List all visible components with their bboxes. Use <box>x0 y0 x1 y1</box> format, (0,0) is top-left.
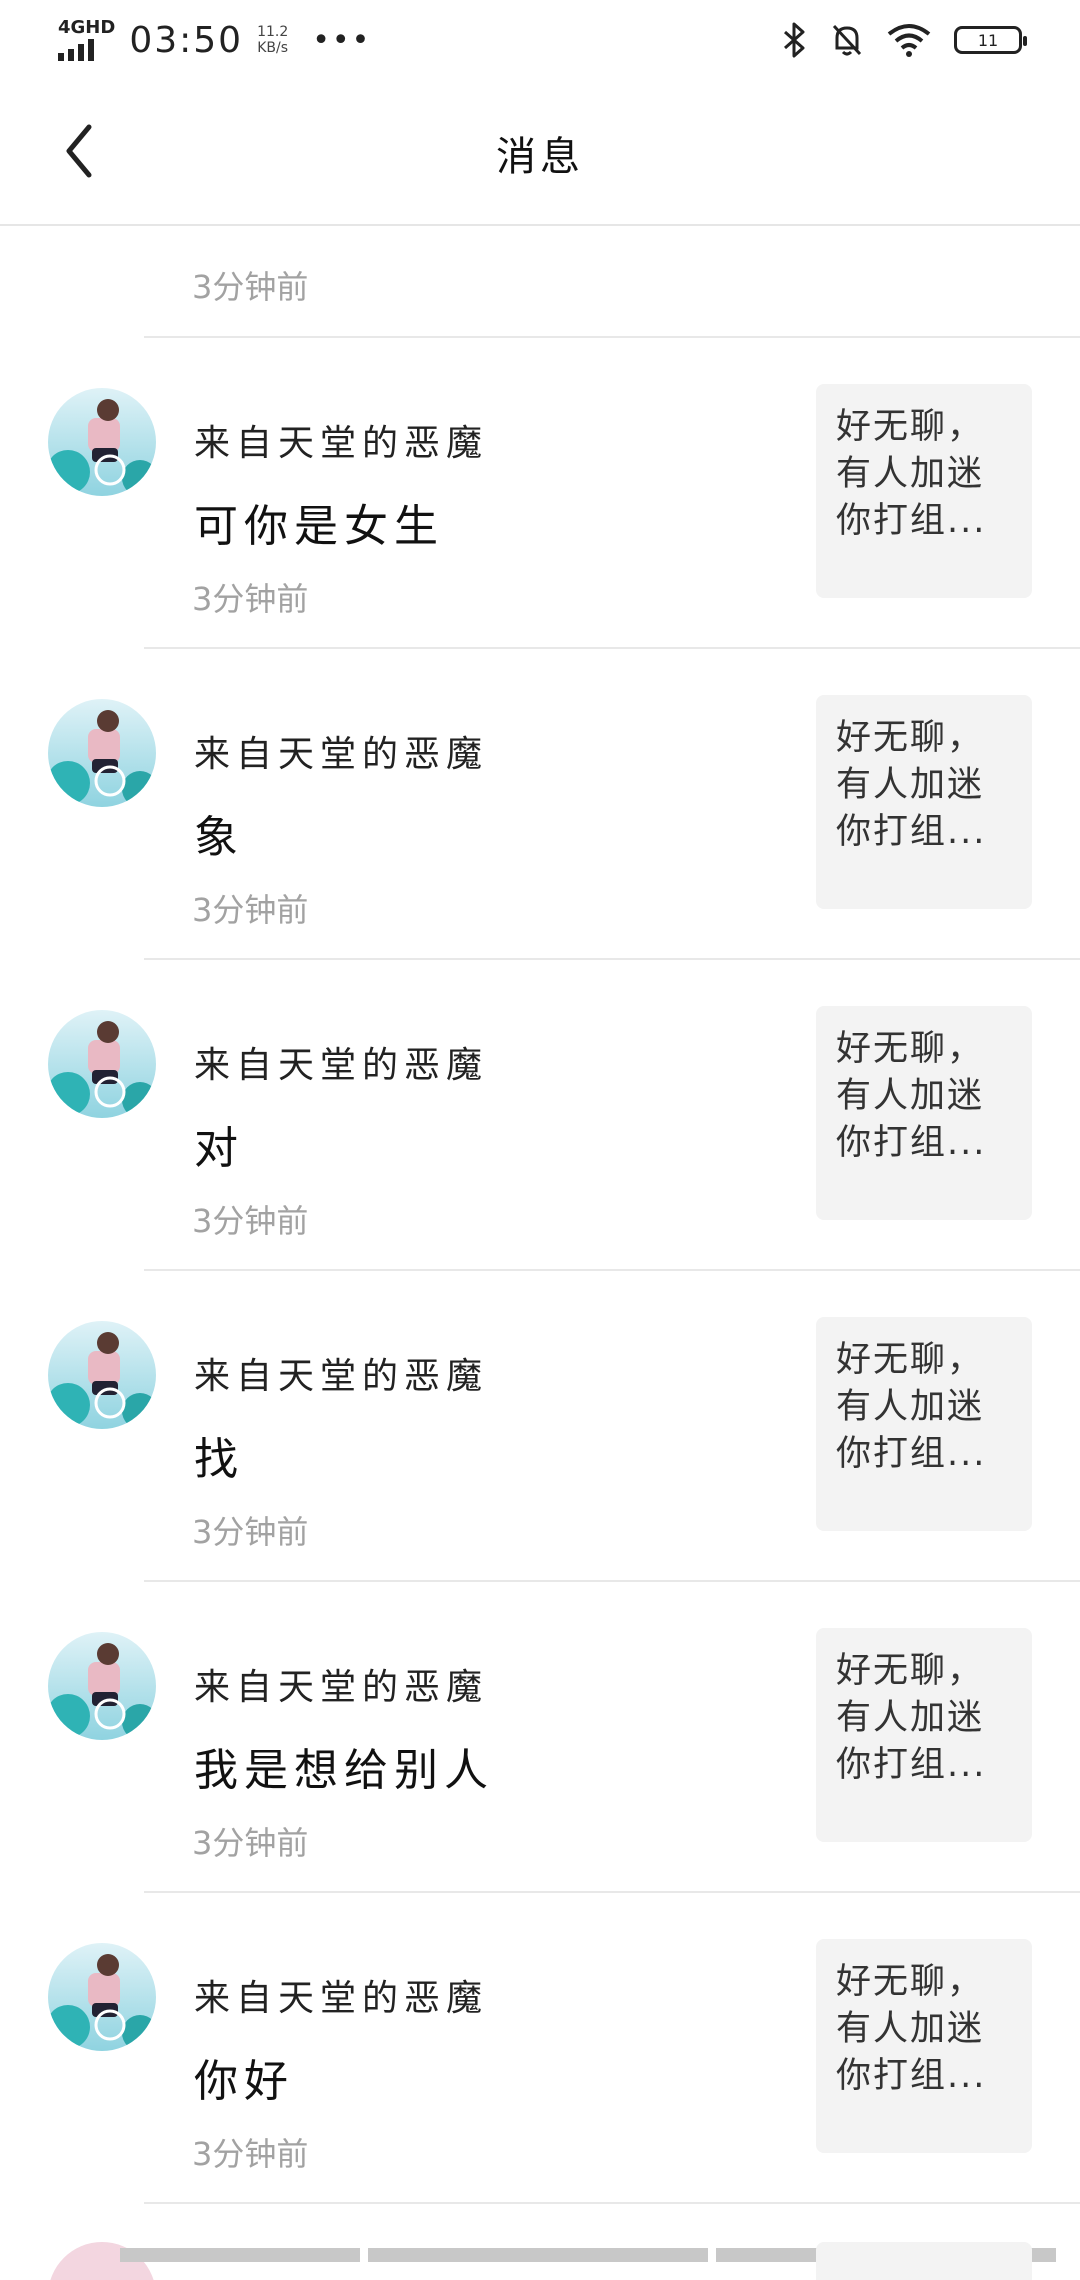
network-type: 4GHD <box>58 17 116 38</box>
list-item[interactable]: 来自天堂的恶魔 找 3分钟前 好无聊，有人加迷你打组... <box>0 1271 1080 1582</box>
sender-name: 来自天堂的恶魔 <box>194 1356 489 1397</box>
post-preview-thumbnail[interactable]: 好无聊，有人加迷你打组... <box>816 1939 1032 2153</box>
avatar[interactable] <box>48 1632 156 1740</box>
more-notifications-icon: ••• <box>312 22 372 58</box>
status-bar: 4GHD 03:50 11.2 KB/s ••• 11 <box>0 0 1080 80</box>
list-item[interactable]: 来自天堂的恶魔 你好 3分钟前 好无聊，有人加迷你打组... <box>0 1893 1080 2204</box>
list-item[interactable]: 来自天堂的恶魔 象 3分钟前 好无聊，有人加迷你打组... <box>0 649 1080 960</box>
post-preview-thumbnail[interactable]: 好无聊，有人加迷你打组... <box>816 695 1032 909</box>
status-time: 03:50 <box>129 19 244 61</box>
list-item-partial[interactable]: 3分钟前 <box>144 226 1080 338</box>
nav-bar: 消息 <box>0 80 1080 226</box>
post-preview-thumbnail[interactable]: 好无聊，有人加迷你打组... <box>816 1628 1032 1842</box>
post-preview-thumbnail[interactable]: 好无聊，有人加迷你打组... <box>816 384 1032 598</box>
message-time: 3分钟前 <box>192 268 309 306</box>
avatar-image <box>48 1632 156 1740</box>
avatar[interactable] <box>48 699 156 807</box>
post-preview-thumbnail[interactable]: 好无聊，有人加迷你打组... <box>816 1006 1032 1220</box>
network-indicator: 4GHD <box>58 19 115 61</box>
message-text: 你好 <box>194 2056 294 2107</box>
post-preview-thumbnail[interactable] <box>816 2242 1032 2280</box>
wifi-icon <box>887 24 931 57</box>
avatar[interactable] <box>48 388 156 496</box>
message-time: 3分钟前 <box>192 1202 309 1240</box>
avatar-image <box>48 1321 156 1429</box>
list-item-partial[interactable] <box>0 2204 1080 2280</box>
message-text: 可你是女生 <box>194 501 444 552</box>
message-list[interactable]: 3分钟前 来自天堂的恶魔 可你是女生 3分钟前 好无聊，有人加迷你打组... 来… <box>0 226 1080 2280</box>
speed-value: 11.2 <box>257 24 289 40</box>
bluetooth-icon <box>784 22 805 58</box>
sender-name: 来自天堂的恶魔 <box>194 423 489 464</box>
list-item[interactable]: 来自天堂的恶魔 对 3分钟前 好无聊，有人加迷你打组... <box>0 960 1080 1271</box>
speed-unit: KB/s <box>257 40 289 56</box>
avatar-image <box>48 1010 156 1118</box>
message-time: 3分钟前 <box>192 1824 309 1862</box>
message-time: 3分钟前 <box>192 580 309 618</box>
sender-name: 来自天堂的恶魔 <box>194 1978 489 2019</box>
signal-icon <box>58 37 115 61</box>
bell-off-icon <box>832 24 862 56</box>
list-item[interactable]: 来自天堂的恶魔 可你是女生 3分钟前 好无聊，有人加迷你打组... <box>0 338 1080 649</box>
battery-icon: 11 <box>954 26 1027 54</box>
message-time: 3分钟前 <box>192 2135 309 2173</box>
sender-name: 来自天堂的恶魔 <box>194 1045 489 1086</box>
message-time: 3分钟前 <box>192 891 309 929</box>
avatar[interactable] <box>48 1943 156 2051</box>
avatar[interactable] <box>48 1010 156 1118</box>
status-right: 11 <box>782 22 1027 58</box>
avatar-image <box>48 388 156 496</box>
sender-name: 来自天堂的恶魔 <box>194 1667 489 1708</box>
sender-name: 来自天堂的恶魔 <box>194 734 489 775</box>
message-text: 我是想给别人 <box>194 1745 494 1796</box>
avatar-image <box>48 1943 156 2051</box>
message-text: 对 <box>194 1123 244 1174</box>
page-title: 消息 <box>496 134 584 180</box>
network-speed: 11.2 KB/s <box>257 24 288 56</box>
list-item[interactable]: 来自天堂的恶魔 我是想给别人 3分钟前 好无聊，有人加迷你打组... <box>0 1582 1080 1893</box>
items-container: 来自天堂的恶魔 可你是女生 3分钟前 好无聊，有人加迷你打组... 来自天堂的恶… <box>0 338 1080 2204</box>
message-time: 3分钟前 <box>192 1513 309 1551</box>
avatar-image <box>48 699 156 807</box>
message-text: 找 <box>194 1434 244 1485</box>
post-preview-thumbnail[interactable]: 好无聊，有人加迷你打组... <box>816 1317 1032 1531</box>
status-left: 4GHD 03:50 11.2 KB/s ••• <box>58 19 371 61</box>
message-text: 象 <box>194 812 244 863</box>
avatar[interactable] <box>48 1321 156 1429</box>
